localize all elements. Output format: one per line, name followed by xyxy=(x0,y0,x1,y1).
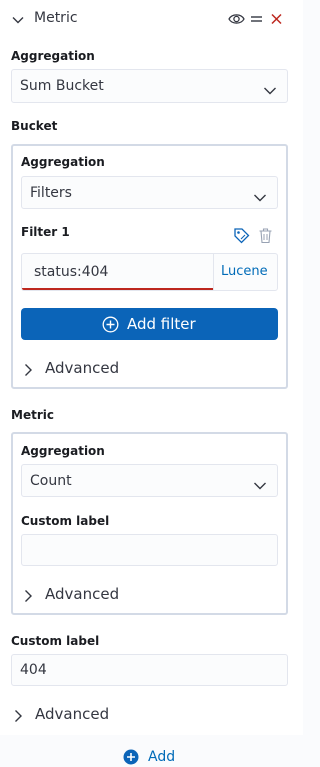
bucket-aggregation-label: Aggregation xyxy=(21,155,105,169)
tag-icon[interactable] xyxy=(233,227,250,248)
invalid-underline xyxy=(22,288,213,290)
metric-advanced-toggle[interactable]: Advanced xyxy=(23,583,173,607)
plus-circle-icon xyxy=(102,316,119,337)
metric-advanced-label: Advanced xyxy=(45,585,120,603)
aggregation-label: Aggregation xyxy=(11,49,95,63)
metric-panel: Metric Aggregation Sum Bucket Bucket Agg… xyxy=(0,0,303,735)
trash-icon[interactable] xyxy=(258,227,273,248)
bucket-advanced-toggle[interactable]: Advanced xyxy=(23,357,173,381)
add-filter-label: Add filter xyxy=(127,315,196,333)
aggregation-select[interactable]: Sum Bucket xyxy=(11,69,288,103)
panel-title: Metric xyxy=(34,10,78,26)
close-icon[interactable] xyxy=(270,11,283,30)
bucket-aggregation-select-value: Filters xyxy=(30,185,72,201)
query-language-button[interactable]: Lucene xyxy=(221,264,268,279)
bucket-advanced-label: Advanced xyxy=(45,359,120,377)
metric-panel-header: Metric xyxy=(0,0,303,38)
chevron-down-icon xyxy=(263,81,277,100)
chevron-down-icon xyxy=(253,476,267,495)
metric-aggregation-label: Aggregation xyxy=(21,444,105,458)
bucket-aggregation-select[interactable]: Filters xyxy=(21,176,278,209)
plus-circle-icon xyxy=(123,749,139,767)
filter-label: Filter 1 xyxy=(21,225,70,239)
add-filter-button[interactable]: Add filter xyxy=(21,308,278,340)
drag-handle-icon[interactable] xyxy=(250,11,263,30)
add-label: Add xyxy=(148,749,176,765)
filter-query-input[interactable]: status:404 Lucene xyxy=(21,253,278,291)
metric-aggregation-select[interactable]: Count xyxy=(21,464,278,497)
bucket-label: Bucket xyxy=(11,119,58,133)
chevron-down-icon xyxy=(253,188,267,207)
chevron-down-icon[interactable] xyxy=(11,12,25,31)
metric-custom-label-input[interactable] xyxy=(21,534,278,566)
advanced-toggle[interactable]: Advanced xyxy=(13,703,163,727)
aggregation-select-value: Sum Bucket xyxy=(20,78,104,94)
chevron-right-icon xyxy=(13,708,23,727)
custom-label-label: Custom label xyxy=(11,634,100,648)
metric-label: Metric xyxy=(11,408,54,422)
eye-icon[interactable] xyxy=(228,11,245,30)
divider xyxy=(213,254,214,290)
custom-label-input[interactable]: 404 xyxy=(11,654,288,686)
metric-aggregation-select-value: Count xyxy=(30,473,72,489)
chevron-right-icon xyxy=(23,588,33,607)
custom-label-value: 404 xyxy=(20,662,47,678)
advanced-label: Advanced xyxy=(35,705,110,723)
metric-custom-label-label: Custom label xyxy=(21,514,110,528)
chevron-right-icon xyxy=(23,362,33,381)
filter-query-value: status:404 xyxy=(34,264,109,280)
